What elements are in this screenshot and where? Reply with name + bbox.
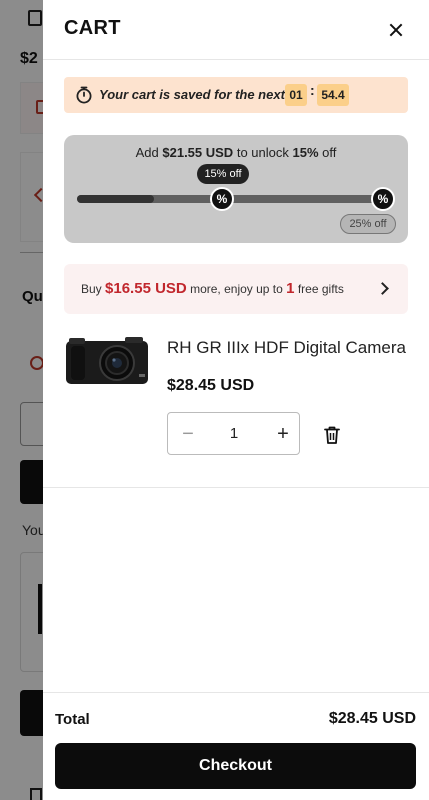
discount-progress-panel: Add $21.55 USD to unlock 15% off 15% off…	[64, 135, 408, 243]
section-divider	[43, 487, 429, 488]
cart-title: CART	[64, 17, 121, 39]
discount-prefix: Add	[135, 145, 159, 160]
cart-footer: Total $28.45 USD Checkout	[43, 692, 429, 800]
discount-progress-fill	[77, 195, 154, 203]
product-image[interactable]	[65, 336, 149, 386]
tier-label-25: 25% off	[340, 214, 396, 234]
gift-amount: $16.55 USD	[105, 280, 187, 297]
total-label: Total	[55, 711, 90, 728]
stopwatch-icon	[76, 86, 92, 104]
chevron-right-icon[interactable]	[376, 282, 389, 295]
discount-tag-icon: %	[210, 187, 234, 211]
trash-icon[interactable]	[321, 424, 343, 446]
increase-quantity-button[interactable]: +	[271, 422, 295, 446]
timer-seconds: 54.4	[317, 84, 349, 106]
discount-message: Add $21.55 USD to unlock 15% off	[64, 145, 408, 160]
quantity-input[interactable]: 1	[214, 425, 254, 442]
cart-drawer: CART Your cart is saved for the next 01 …	[43, 0, 429, 800]
checkout-button[interactable]: Checkout	[55, 743, 416, 789]
cart-timer-banner: Your cart is saved for the next 01 : 54.…	[64, 77, 408, 113]
discount-tag-icon: %	[371, 187, 395, 211]
gift-middle: more, enjoy up to	[190, 282, 283, 296]
timer-separator: :	[310, 82, 315, 98]
free-gift-banner[interactable]: Buy $16.55 USD more, enjoy up to 1 free …	[64, 264, 408, 314]
discount-middle: to unlock	[236, 145, 289, 160]
product-price: $28.45 USD	[167, 377, 255, 394]
screen: $2 Qu You CART Your cart is saved for th…	[0, 0, 429, 800]
quantity-stepper: − 1 +	[167, 412, 300, 455]
gift-suffix: free gifts	[297, 282, 344, 296]
tier-label-15: 15% off	[197, 164, 249, 184]
close-icon[interactable]	[386, 20, 406, 40]
timer-minutes: 01	[285, 84, 307, 106]
gift-prefix: Buy	[81, 282, 102, 296]
gift-count: 1	[286, 280, 295, 297]
timer-message: Your cart is saved for the next	[99, 87, 285, 102]
total-value: $28.45 USD	[328, 710, 416, 727]
cart-header: CART	[43, 0, 429, 60]
product-name[interactable]: RH GR IIIx HDF Digital Camera	[167, 338, 406, 358]
discount-percent: 15%	[292, 145, 319, 160]
gift-message: Buy $16.55 USD more, enjoy up to 1 free …	[81, 280, 344, 297]
discount-suffix: off	[322, 145, 337, 160]
discount-amount: $21.55 USD	[162, 145, 234, 160]
decrease-quantity-button[interactable]: −	[176, 422, 200, 446]
